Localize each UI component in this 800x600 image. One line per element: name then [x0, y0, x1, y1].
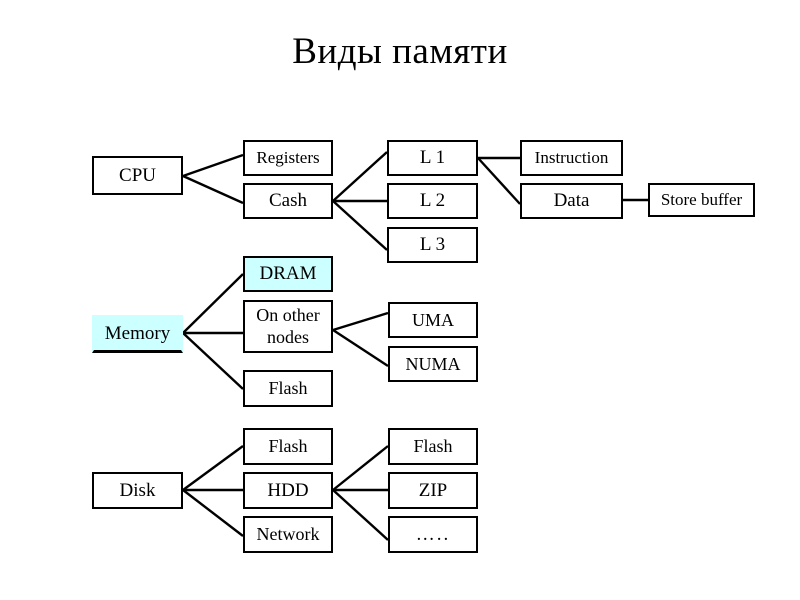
node-label-registers: Registers [256, 148, 320, 168]
node-cash[interactable]: Cash [243, 183, 333, 219]
node-label-cpu: CPU [119, 164, 156, 186]
node-label-flash_disk: Flash [268, 436, 308, 457]
node-dram[interactable]: DRAM [243, 256, 333, 292]
node-label-store_buffer: Store buffer [660, 190, 743, 210]
node-on_other[interactable]: On other nodes [243, 300, 333, 353]
connector-memory-to-flash_mem [182, 332, 244, 390]
node-numa[interactable]: NUMA [388, 346, 478, 382]
node-label-flash_ext: Flash [413, 436, 453, 457]
node-label-zip: ZIP [418, 479, 448, 501]
node-label-hdd: HDD [267, 479, 309, 501]
node-l1[interactable]: L 1 [387, 140, 478, 176]
node-label-flash_mem: Flash [268, 378, 308, 399]
diagram-connector-lines [182, 151, 648, 541]
node-label-dram: DRAM [259, 263, 317, 285]
node-store_buffer[interactable]: Store buffer [648, 183, 755, 217]
node-label-cash: Cash [269, 190, 307, 212]
connector-l1-to-data [477, 157, 521, 205]
node-flash_ext[interactable]: Flash [388, 428, 478, 465]
node-label-instruction: Instruction [534, 148, 609, 168]
connector-memory-to-dram [182, 273, 244, 334]
node-label-uma: UMA [411, 309, 454, 330]
connector-cpu-to-cash [182, 174, 244, 205]
node-l2[interactable]: L 2 [387, 183, 478, 219]
connector-hdd-to-dots [332, 489, 389, 541]
node-memory[interactable]: Memory [92, 315, 183, 353]
node-flash_disk[interactable]: Flash [243, 428, 333, 465]
node-flash_mem[interactable]: Flash [243, 370, 333, 407]
node-zip[interactable]: ZIP [388, 472, 478, 509]
node-registers[interactable]: Registers [243, 140, 333, 176]
node-dots[interactable]: ….. [388, 516, 478, 553]
node-l3[interactable]: L 3 [387, 227, 478, 263]
node-instruction[interactable]: Instruction [520, 140, 623, 176]
node-label-dots: ….. [415, 523, 451, 545]
connector-disk-to-network [182, 489, 244, 537]
connector-hdd-to-flash_ext [332, 445, 389, 491]
node-label-on_other: On other nodes [256, 305, 320, 347]
node-label-network: Network [256, 524, 320, 545]
node-label-data: Data [553, 190, 590, 212]
connector-cash-to-l1 [332, 151, 388, 202]
node-uma[interactable]: UMA [388, 302, 478, 338]
node-label-numa: NUMA [405, 353, 461, 374]
connector-on_other-to-uma [332, 311, 389, 332]
node-label-l1: L 1 [419, 147, 446, 169]
node-network[interactable]: Network [243, 516, 333, 553]
node-disk[interactable]: Disk [92, 472, 183, 509]
node-data[interactable]: Data [520, 183, 623, 219]
node-label-memory: Memory [104, 322, 171, 344]
connector-disk-to-flash_disk [182, 445, 244, 491]
connector-on_other-to-numa [332, 328, 389, 368]
node-cpu[interactable]: CPU [92, 156, 183, 195]
node-hdd[interactable]: HDD [243, 472, 333, 509]
slide-canvas: Виды памяти CPU Registers Cash L 1L 2L 3 Ins… [0, 0, 800, 600]
node-label-l2: L 2 [419, 190, 446, 212]
node-label-disk: Disk [119, 479, 156, 501]
node-label-l3: L 3 [419, 234, 446, 256]
connector-cpu-to-registers [182, 153, 244, 178]
connector-cash-to-l3 [332, 200, 388, 251]
